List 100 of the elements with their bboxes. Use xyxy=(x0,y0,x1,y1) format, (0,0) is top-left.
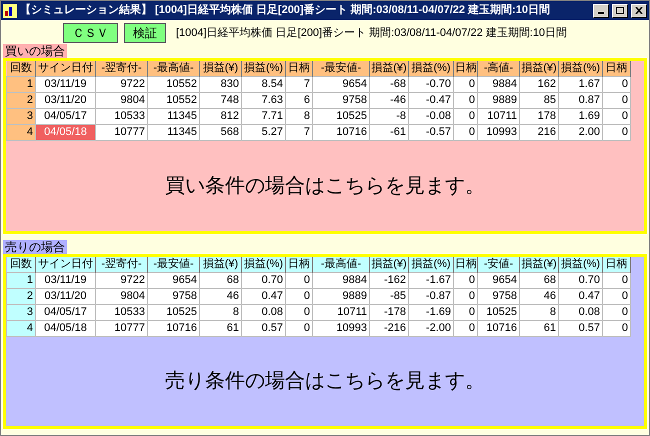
window-title: 【シミュレーション結果】 [1004]日経平均株価 日足[200]番シート 期間:03/08/11-04/07/22 建玉期間:10日間 xyxy=(20,2,551,18)
row-number: 2 xyxy=(6,288,36,304)
column-header: 日柄 xyxy=(286,256,312,272)
table-cell: 9758 xyxy=(148,288,200,304)
row-number: 2 xyxy=(6,92,36,108)
table-cell: 8.54 xyxy=(242,76,286,92)
table-cell: 04/05/18 xyxy=(36,124,96,140)
table-cell: -178 xyxy=(370,304,408,320)
table-cell: 830 xyxy=(200,76,242,92)
table-cell: 9889 xyxy=(312,288,370,304)
table-cell: 10711 xyxy=(478,108,520,124)
table-cell: 9654 xyxy=(312,76,370,92)
table-cell: 0 xyxy=(454,76,478,92)
table-cell: 2.00 xyxy=(558,124,602,140)
column-header: -高値- xyxy=(478,61,520,76)
table-cell: 10777 xyxy=(96,124,148,140)
column-header: 損益(¥) xyxy=(200,256,242,272)
instruction-text: 売り条件の場合はこちらを見ます。 xyxy=(165,369,485,394)
column-header: 回数 xyxy=(6,61,36,76)
table-cell: -1.69 xyxy=(408,304,454,320)
table-cell: 0.47 xyxy=(558,288,602,304)
minimize-button[interactable] xyxy=(593,4,609,18)
table-cell: -162 xyxy=(370,272,408,288)
table-cell: 03/11/20 xyxy=(36,288,96,304)
table-cell: 10993 xyxy=(312,320,370,336)
table-cell: 0 xyxy=(602,288,630,304)
table-cell: 11345 xyxy=(148,108,200,124)
table-cell: 0.70 xyxy=(242,272,286,288)
table-cell: 46 xyxy=(520,288,558,304)
sheet-info: [1004]日経平均株価 日足[200]番シート 期間:03/08/11-04/07/22 建玉期間:10日間 xyxy=(176,26,568,41)
app-icon xyxy=(3,4,17,18)
column-header: -最高値- xyxy=(148,61,200,76)
row-number: 1 xyxy=(6,272,36,288)
column-header: 損益(%) xyxy=(408,256,454,272)
table-cell: 0.47 xyxy=(242,288,286,304)
column-header: -最安値- xyxy=(148,256,200,272)
table-cell: -2.00 xyxy=(408,320,454,336)
table-cell: 0.08 xyxy=(558,304,602,320)
table-cell: -85 xyxy=(370,288,408,304)
table-cell: 0 xyxy=(454,288,478,304)
table-cell: 9654 xyxy=(478,272,520,288)
column-header: 回数 xyxy=(6,256,36,272)
table-cell: 216 xyxy=(520,124,558,140)
table-cell: 0 xyxy=(454,108,478,124)
table-cell: 10533 xyxy=(96,108,148,124)
table-cell: 9804 xyxy=(96,288,148,304)
close-button[interactable] xyxy=(631,4,647,18)
table-cell: 10993 xyxy=(478,124,520,140)
table-cell: 10777 xyxy=(96,320,148,336)
verify-button[interactable]: 検証 xyxy=(124,23,166,43)
row-number: 3 xyxy=(6,108,36,124)
table-cell: 9884 xyxy=(312,272,370,288)
table-cell: 8 xyxy=(200,304,242,320)
column-header: 日柄 xyxy=(454,61,478,76)
table-cell: 10716 xyxy=(148,320,200,336)
table-cell: 10525 xyxy=(312,108,370,124)
table-cell: 10525 xyxy=(148,304,200,320)
table-cell: 10552 xyxy=(148,92,200,108)
table-cell: 03/11/19 xyxy=(36,272,96,288)
table-cell: 1.67 xyxy=(558,76,602,92)
table-cell: 6 xyxy=(286,92,312,108)
table-cell: 85 xyxy=(520,92,558,108)
column-header: 損益(¥) xyxy=(520,61,558,76)
table-cell: 10525 xyxy=(478,304,520,320)
table-cell: 9758 xyxy=(478,288,520,304)
table-cell: 7.71 xyxy=(242,108,286,124)
table-cell: 03/11/19 xyxy=(36,76,96,92)
table-cell: -61 xyxy=(370,124,408,140)
column-header: -安値- xyxy=(478,256,520,272)
table-cell: 0 xyxy=(602,124,630,140)
csv-button[interactable]: ＣＳＶ xyxy=(63,23,118,43)
table-cell: 04/05/17 xyxy=(36,108,96,124)
table-cell: 10716 xyxy=(312,124,370,140)
table-cell: -8 xyxy=(370,108,408,124)
table-cell: 9758 xyxy=(312,92,370,108)
table-cell: 0 xyxy=(454,124,478,140)
table-cell: 5.27 xyxy=(242,124,286,140)
table-cell: 0 xyxy=(286,272,312,288)
table-cell: 0 xyxy=(454,320,478,336)
table-cell: 0 xyxy=(602,304,630,320)
table-cell: -0.47 xyxy=(408,92,454,108)
column-header: 損益(%) xyxy=(408,61,454,76)
row-number: 3 xyxy=(6,304,36,320)
table-cell: 7.63 xyxy=(242,92,286,108)
section-label: 売りの場合 xyxy=(3,240,67,254)
table-cell: 10552 xyxy=(148,76,200,92)
column-header: -最安値- xyxy=(312,61,370,76)
table-cell: -0.87 xyxy=(408,288,454,304)
maximize-button[interactable] xyxy=(612,4,628,18)
table-cell: 68 xyxy=(520,272,558,288)
row-number: 4 xyxy=(6,124,36,140)
column-header: -最高値- xyxy=(312,256,370,272)
column-header: -翌寄付- xyxy=(96,256,148,272)
table-cell: 10533 xyxy=(96,304,148,320)
column-header: 日柄 xyxy=(286,61,312,76)
table-cell: 178 xyxy=(520,108,558,124)
table-cell: 568 xyxy=(200,124,242,140)
table-cell: 9884 xyxy=(478,76,520,92)
table-cell: 812 xyxy=(200,108,242,124)
table-cell: 0 xyxy=(602,92,630,108)
